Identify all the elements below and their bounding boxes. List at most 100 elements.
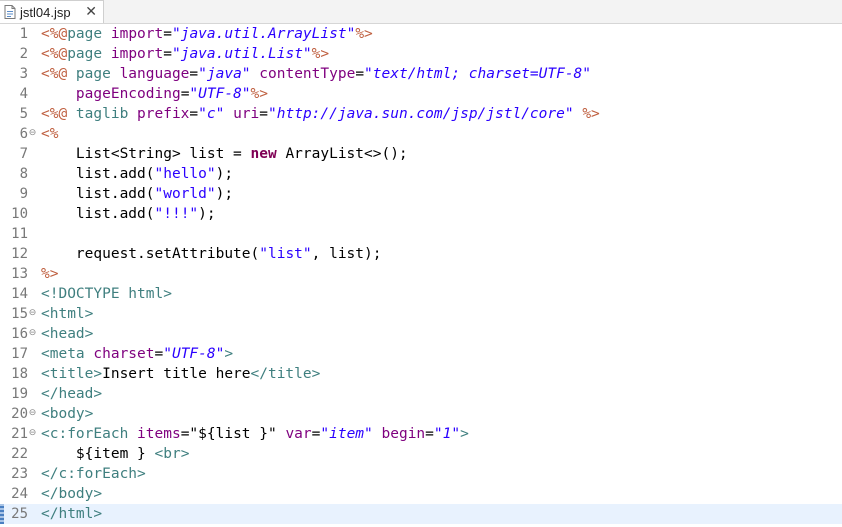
code-token: list.add( [41,206,155,222]
code-text: </html> [41,504,102,524]
line-number: 8 [19,166,28,182]
code-text: %> [41,264,58,284]
editor-tab-bar: jstl04.jsp ✕ [0,0,842,24]
code-text: pageEncoding="UTF-8"%> [41,84,268,104]
code-token: %> [582,106,600,122]
code-line[interactable]: 12 request.setAttribute("list", list); [0,244,842,264]
code-token: "UTF-8" [163,346,225,362]
line-number: 5 [19,106,28,122]
tab-title: jstl04.jsp [20,4,71,20]
code-text: <%@ taglib prefix="c" uri="http://java.s… [41,104,600,124]
code-line[interactable]: 22 ${item } <br> [0,444,842,464]
line-number: 22 [11,446,28,462]
line-number: 21 [11,426,28,442]
fold-toggle-icon[interactable]: ⊖ [28,409,37,418]
code-token: ); [215,166,234,182]
code-line[interactable]: 24 </body> [0,484,842,504]
line-number: 13 [11,266,28,282]
code-editor[interactable]: 1 <%@page import="java.util.ArrayList"%> 2… [0,24,842,527]
line-number: 1 [19,26,28,42]
code-token: ArrayList<>(); [276,146,408,162]
fold-toggle-icon[interactable]: ⊖ [28,129,37,138]
code-token: = [259,106,269,122]
code-token: var [285,426,312,442]
code-line[interactable]: 25 </html> [0,504,842,524]
code-line[interactable]: 7 List<String> list = new ArrayList<>(); [0,144,842,164]
code-token: <br> [154,446,190,462]
code-token: > [224,346,234,362]
line-number: 25 [11,506,28,522]
code-text: ${item } <br> [41,444,190,464]
code-token: %> [41,266,59,282]
code-token: new [250,146,277,162]
code-token: ="${list }" [180,426,286,442]
code-line[interactable]: 19 </head> [0,384,842,404]
code-line[interactable]: 18 <title>Insert title here</title> [0,364,842,384]
code-text: list.add("world"); [41,184,233,204]
fold-toggle-icon[interactable]: ⊖ [28,329,37,338]
line-number: 3 [19,66,28,82]
code-line[interactable]: 3 <%@ page language="java" contentType="t… [0,64,842,84]
fold-toggle-icon[interactable]: ⊖ [28,429,37,438]
code-token: = [154,346,164,362]
code-text: </c:forEach> [41,464,146,484]
code-line[interactable]: 6 ⊖ <% [0,124,842,144]
code-line[interactable]: 15 ⊖ <html> [0,304,842,324]
code-token: <%@ [41,106,76,122]
code-line[interactable]: 17 <meta charset="UTF-8"> [0,344,842,364]
code-line[interactable]: 10 list.add("!!!"); [0,204,842,224]
code-line[interactable]: 14 <!DOCTYPE html> [0,284,842,304]
code-line[interactable]: 13 %> [0,264,842,284]
code-token: <%@ [41,26,68,42]
code-line[interactable]: 4 pageEncoding="UTF-8"%> [0,84,842,104]
line-number: 20 [11,406,28,422]
code-text: list.add("hello"); [41,164,233,184]
code-line[interactable]: 23 </c:forEach> [0,464,842,484]
code-line[interactable]: 8 list.add("hello"); [0,164,842,184]
code-text: </head> [41,384,102,404]
line-number: 10 [11,206,28,222]
code-line[interactable]: 2 <%@page import="java.util.List"%> [0,44,842,64]
code-token: page [75,66,120,82]
code-token: pageEncoding [75,86,181,102]
fold-toggle-icon[interactable]: ⊖ [28,309,37,318]
line-number: 24 [11,486,28,502]
code-token: "!!!" [154,206,199,222]
code-token: uri [233,106,260,122]
code-token: %> [355,26,373,42]
tab-jstl04-jsp[interactable]: jstl04.jsp ✕ [0,0,104,23]
code-token: </c:forEach> [41,466,146,482]
code-token: "java.util.ArrayList" [171,26,356,42]
code-token: <html> [41,306,94,322]
code-line[interactable]: 1 <%@page import="java.util.ArrayList"%> [0,24,842,44]
code-token: language [119,66,190,82]
code-token: <head> [41,326,94,342]
code-line[interactable]: 16 ⊖ <head> [0,324,842,344]
code-token: %> [311,46,330,62]
code-line[interactable]: 21 ⊖ <c:forEach items="${list }" var = "item… [0,424,842,444]
code-line[interactable]: 5 <%@ taglib prefix="c" uri="http://java.… [0,104,842,124]
code-token: "java.util.List" [171,46,312,62]
jsp-file-icon [4,5,16,19]
code-token: taglib [75,106,138,122]
code-line[interactable]: 11 [0,224,842,244]
code-text: </body> [41,484,102,504]
code-text: <meta charset="UTF-8"> [41,344,233,364]
close-icon[interactable]: ✕ [85,4,97,20]
code-token: List<String> list = [41,146,251,162]
code-token: <% [41,126,59,142]
line-number: 12 [11,246,28,262]
code-line[interactable]: 9 list.add("world"); [0,184,842,204]
code-line[interactable]: 20 ⊖ <body> [0,404,842,424]
code-token: "c" [198,106,225,122]
code-token: contentType [259,66,356,82]
code-token: <c:forEach [41,426,138,442]
code-token: "UTF-8" [189,86,251,102]
code-token: <meta [41,346,94,362]
code-token: </body> [41,486,103,502]
